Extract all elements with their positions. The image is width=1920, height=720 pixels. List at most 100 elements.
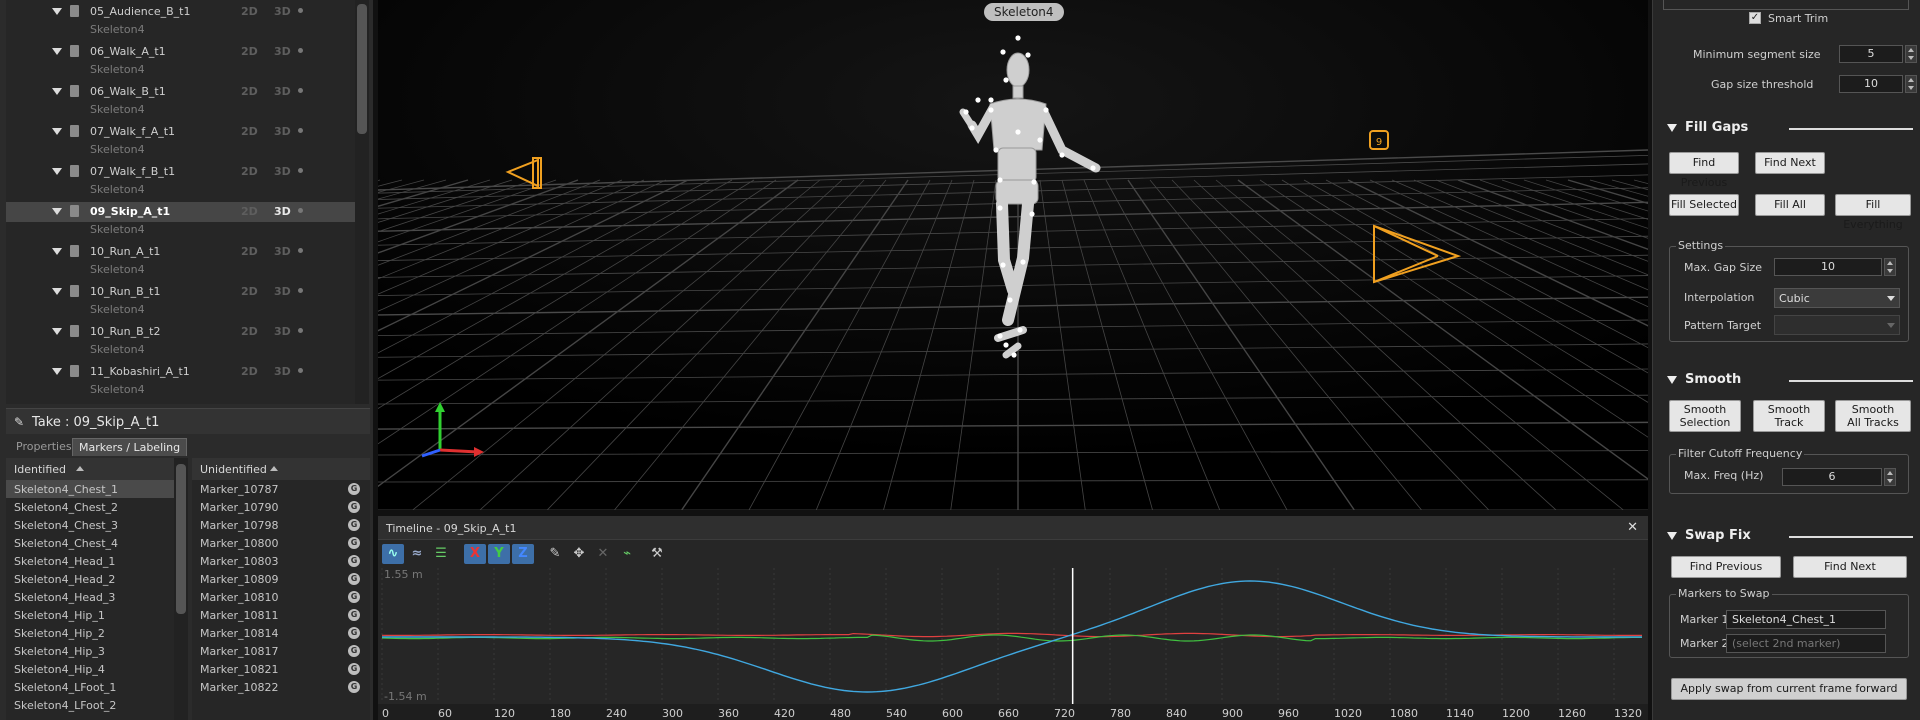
take-2d-badge[interactable]: 2D (241, 245, 258, 258)
marker-g-icon[interactable]: G (348, 501, 360, 513)
take-2d-badge[interactable]: 2D (241, 45, 258, 58)
unidentified-marker-row[interactable]: Marker_10814 G (192, 624, 370, 642)
fill-find-previous-button[interactable]: Find Previous (1669, 152, 1739, 189)
marker-g-icon[interactable]: G (348, 519, 360, 531)
max-gap-stepper[interactable] (1884, 258, 1896, 276)
identified-marker-row[interactable]: Skeleton4_Hip_1 (6, 606, 174, 624)
gap-threshold-input[interactable]: 10 (1839, 75, 1903, 93)
take-3d-badge[interactable]: 3D (274, 125, 291, 138)
graph-icon[interactable]: ⌁ (616, 544, 638, 564)
identified-marker-row[interactable]: Skeleton4_Hip_4 (6, 660, 174, 678)
take-3d-badge[interactable]: 3D (274, 325, 291, 338)
marker-dot[interactable] (1025, 52, 1031, 58)
take-3d-badge[interactable]: 3D (274, 365, 291, 378)
marker-g-icon[interactable]: G (348, 483, 360, 495)
take-2d-badge[interactable]: 2D (241, 365, 258, 378)
marker-dot[interactable] (988, 107, 994, 113)
marker-dot[interactable] (1017, 327, 1023, 333)
unidentified-marker-row[interactable]: Marker_10787 G (192, 480, 370, 498)
marker-g-icon[interactable]: G (348, 645, 360, 657)
min-segment-input[interactable]: 5 (1839, 45, 1903, 63)
identified-scrollbar[interactable] (174, 458, 188, 720)
tab-properties[interactable]: Properties (10, 438, 78, 456)
marker-dot[interactable] (975, 97, 981, 103)
marker-g-icon[interactable]: G (348, 627, 360, 639)
expand-arrow-icon[interactable] (52, 168, 62, 175)
fill-find-next-button[interactable]: Find Next (1755, 152, 1825, 174)
marker-g-icon[interactable]: G (348, 537, 360, 549)
marker-dot[interactable] (993, 147, 999, 153)
close-icon[interactable]: ✕ (1627, 520, 1638, 535)
marker-dot[interactable] (997, 333, 1003, 339)
take-2d-badge[interactable]: 2D (241, 125, 258, 138)
smooth-section-header[interactable]: Smooth (1663, 370, 1913, 390)
marker-dot[interactable] (1000, 262, 1006, 268)
take-row[interactable]: 10_Run_A_t1 2D 3D (6, 242, 356, 262)
take-3d-badge[interactable]: 3D (274, 5, 291, 18)
smooth-selection-button[interactable]: Smooth Selection (1669, 400, 1741, 432)
take-3d-badge[interactable]: 3D (274, 285, 291, 298)
swap-find-previous-button[interactable]: Find Previous (1671, 556, 1781, 578)
unidentified-marker-row[interactable]: Marker_10817 G (192, 642, 370, 660)
apply-swap-button[interactable]: Apply swap from current frame forward (1671, 678, 1907, 700)
stack-view-icon[interactable]: ☰ (430, 544, 452, 564)
expand-arrow-icon[interactable] (52, 288, 62, 295)
marker-dot[interactable] (1029, 211, 1035, 217)
take-row[interactable]: 06_Walk_A_t1 2D 3D (6, 42, 356, 62)
gap-threshold-stepper[interactable] (1905, 75, 1917, 93)
marker-dot[interactable] (1003, 342, 1009, 348)
take-3d-badge[interactable]: 3D (274, 205, 291, 218)
max-freq-input[interactable]: 6 (1782, 468, 1882, 486)
expand-arrow-icon[interactable] (52, 8, 62, 15)
unidentified-marker-row[interactable]: Marker_10822 G (192, 678, 370, 696)
take-3d-badge[interactable]: 3D (274, 85, 291, 98)
identified-marker-row[interactable]: Skeleton4_Chest_4 (6, 534, 174, 552)
tab-markers-labeling[interactable]: Markers / Labeling (72, 438, 188, 456)
fill-selected-button[interactable]: Fill Selected (1669, 194, 1739, 216)
take-row[interactable]: 10_Run_B_t1 2D 3D (6, 282, 356, 302)
take-row[interactable]: 10_Run_B_t2 2D 3D (6, 322, 356, 342)
identified-marker-row[interactable]: Skeleton4_Chest_2 (6, 498, 174, 516)
unidentified-marker-row[interactable]: Marker_10821 G (192, 660, 370, 678)
pencil-icon[interactable]: ✎ (544, 544, 566, 564)
take-row[interactable]: 09_Skip_A_t1 2D 3D (6, 202, 356, 222)
min-segment-stepper[interactable] (1905, 45, 1917, 63)
take-2d-badge[interactable]: 2D (241, 285, 258, 298)
swap-find-next-button[interactable]: Find Next (1793, 556, 1907, 578)
identified-marker-row[interactable]: Skeleton4_Head_1 (6, 552, 174, 570)
expand-arrow-icon[interactable] (52, 88, 62, 95)
marker-dot[interactable] (997, 177, 1003, 183)
smooth-track-button[interactable]: Smooth Track (1753, 400, 1825, 432)
marker-g-icon[interactable]: G (348, 555, 360, 567)
take-2d-badge[interactable]: 2D (241, 325, 258, 338)
smart-trim-checkbox[interactable]: ✓ (1749, 12, 1761, 24)
identified-marker-row[interactable]: Skeleton4_Chest_1 (6, 480, 174, 498)
take-row[interactable]: 07_Walk_f_A_t1 2D 3D (6, 122, 356, 142)
delete-icon[interactable]: ✕ (592, 544, 614, 564)
take-list-scrollbar[interactable] (355, 0, 369, 404)
take-row[interactable]: 06_Walk_B_t1 2D 3D (6, 82, 356, 102)
take-3d-badge[interactable]: 3D (274, 45, 291, 58)
marker-g-icon[interactable]: G (348, 573, 360, 585)
take-3d-badge[interactable]: 3D (274, 165, 291, 178)
identified-marker-row[interactable]: Skeleton4_Head_2 (6, 570, 174, 588)
fill-everything-button[interactable]: Fill Everything (1835, 194, 1911, 231)
identified-marker-row[interactable]: Skeleton4_LFoot_1 (6, 678, 174, 696)
unidentified-marker-row[interactable]: Marker_10810 G (192, 588, 370, 606)
tools-icon[interactable]: ⚒ (646, 544, 668, 564)
identified-marker-row[interactable]: Skeleton4_LFoot_2 (6, 696, 174, 714)
marker-dot[interactable] (1000, 49, 1006, 55)
take-2d-badge[interactable]: 2D (241, 205, 258, 218)
marker-dot[interactable] (997, 205, 1003, 211)
interpolation-select[interactable]: Cubic (1774, 288, 1900, 308)
identified-column-header[interactable]: Identified (6, 458, 174, 480)
identified-marker-row[interactable]: Skeleton4_Head_3 (6, 588, 174, 606)
marker-dot[interactable] (1031, 179, 1037, 185)
marker-g-icon[interactable]: G (348, 591, 360, 603)
identified-marker-row[interactable]: Skeleton4_Hip_3 (6, 642, 174, 660)
identified-marker-row[interactable]: Skeleton4_Hip_2 (6, 624, 174, 642)
marker-dot[interactable] (969, 125, 975, 131)
marker-dot[interactable] (1015, 35, 1021, 41)
unidentified-marker-row[interactable]: Marker_10803 G (192, 552, 370, 570)
scrollbar-thumb[interactable] (357, 4, 367, 134)
